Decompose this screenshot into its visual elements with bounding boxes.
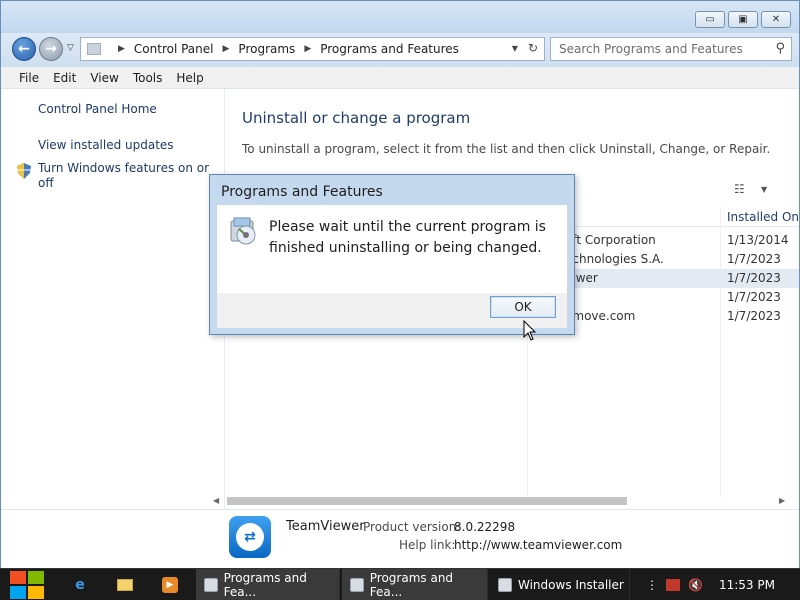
- back-button[interactable]: ←: [12, 37, 36, 61]
- page-description: To uninstall a program, select it from t…: [242, 142, 771, 156]
- title-bar: ▭ ▣ ✕: [1, 1, 799, 33]
- control-panel-home-link[interactable]: Control Panel Home: [38, 102, 157, 117]
- menu-help[interactable]: Help: [170, 71, 209, 85]
- menu-file[interactable]: File: [13, 71, 45, 85]
- window-controls: ▭ ▣ ✕: [695, 11, 791, 28]
- recent-pages-chevron-icon[interactable]: ▽: [67, 43, 74, 53]
- close-icon: ✕: [771, 14, 781, 25]
- row-publisher: oft Corporation: [565, 233, 656, 247]
- address-dropdown-icon[interactable]: ▾: [512, 41, 518, 55]
- breadcrumb-separator-icon[interactable]: ▶: [304, 44, 311, 54]
- shield-icon: [17, 163, 31, 179]
- search-placeholder: Search Programs and Features: [559, 42, 743, 56]
- taskbar-item-label: Windows Installer: [518, 578, 624, 592]
- task-sidebar: Control Panel Home View installed update…: [1, 89, 225, 509]
- row-publisher: echnologies S.A.: [565, 252, 664, 266]
- refresh-icon[interactable]: ↻: [528, 41, 538, 55]
- dialog-body: Please wait until the current program is…: [217, 205, 567, 328]
- row-installed-on: 1/13/2014: [727, 233, 789, 247]
- breadcrumb-separator-icon[interactable]: ▶: [223, 44, 230, 54]
- help-link-value[interactable]: http://www.teamviewer.com: [454, 538, 622, 552]
- start-button[interactable]: [10, 571, 44, 599]
- column-header-installed-on-label: Installed On: [727, 209, 799, 224]
- row-publisher: iewer: [565, 271, 598, 285]
- forward-button[interactable]: →: [39, 37, 63, 61]
- maximize-button[interactable]: ▣: [728, 11, 758, 28]
- scroll-right-icon[interactable]: ▶: [779, 496, 785, 505]
- taskbar-item-label: Programs and Fea...: [369, 571, 454, 599]
- breadcrumb-programs[interactable]: Programs: [238, 42, 295, 56]
- forward-arrow-icon: →: [45, 41, 57, 57]
- breadcrumb-control-panel[interactable]: Control Panel: [134, 42, 214, 56]
- taskbar-item-label: Programs and Fea...: [223, 571, 307, 599]
- taskbar-item-programs-features[interactable]: Programs and Fea...: [342, 569, 488, 600]
- menu-view[interactable]: View: [84, 71, 124, 85]
- view-options-icon[interactable]: ☷: [734, 182, 745, 196]
- tray-overflow-icon[interactable]: ⋮: [646, 569, 658, 600]
- programs-features-app-icon: [204, 578, 218, 592]
- scroll-left-icon[interactable]: ◀: [213, 496, 219, 505]
- horizontal-scrollbar[interactable]: ◀ ▶: [211, 493, 789, 510]
- taskbar-clock[interactable]: 11:53 PM: [719, 578, 775, 592]
- mouse-cursor-icon: [523, 320, 537, 341]
- system-tray: 🔇 11:53 PM: [666, 569, 775, 600]
- minimize-icon: ▭: [705, 14, 715, 25]
- page-title: Uninstall or change a program: [242, 109, 471, 127]
- windows-installer-app-icon: [498, 578, 512, 592]
- product-version-label: Product version:: [363, 520, 461, 534]
- programs-features-app-icon: [350, 578, 364, 592]
- row-publisher: emove.com: [565, 309, 636, 323]
- address-bar[interactable]: ▶ Control Panel ▶ Programs ▶ Programs an…: [80, 37, 545, 61]
- minimize-button[interactable]: ▭: [695, 11, 725, 28]
- search-box[interactable]: Search Programs and Features ⚲: [550, 37, 792, 61]
- address-controls: ▾ ↻: [512, 41, 538, 55]
- windows-features-link-line2: off: [38, 176, 54, 190]
- media-player-icon[interactable]: ▶: [160, 575, 180, 595]
- windows-features-link-line1: Turn Windows features on or: [38, 161, 210, 175]
- row-installed-on: 1/7/2023: [727, 290, 781, 304]
- dialog-footer: OK: [217, 293, 567, 328]
- breadcrumb-separator-icon[interactable]: ▶: [118, 44, 125, 54]
- dialog-title: Programs and Features: [221, 184, 383, 200]
- taskbar: e ▶ Programs and Fea... Programs and Fea…: [0, 568, 800, 600]
- column-header-installed-on[interactable]: Installed On: [725, 207, 799, 227]
- file-explorer-icon[interactable]: [115, 575, 135, 595]
- row-installed-on: 1/7/2023: [727, 309, 781, 323]
- teamviewer-logo-icon: ⇄: [229, 516, 271, 558]
- scrollbar-thumb[interactable]: [227, 497, 627, 505]
- breadcrumb-programs-features[interactable]: Programs and Features: [320, 42, 459, 56]
- ok-button[interactable]: OK: [490, 296, 556, 318]
- details-program-name: TeamViewer: [286, 519, 365, 534]
- dialog-message: Please wait until the current program is…: [269, 219, 546, 256]
- programs-features-dialog: Programs and Features Please wait until …: [209, 174, 575, 335]
- search-icon[interactable]: ⚲: [775, 41, 785, 56]
- address-toolbar: ← → ▽ ▶ Control Panel ▶ Programs ▶ Progr…: [1, 33, 799, 67]
- menu-bar: File Edit View Tools Help: [1, 67, 799, 89]
- menu-edit[interactable]: Edit: [47, 71, 82, 85]
- view-options-chevron-down-icon[interactable]: ▼: [761, 185, 767, 194]
- help-link-label: Help link:: [399, 538, 456, 552]
- product-version-value: 8.0.22298: [454, 520, 516, 534]
- control-panel-icon: [87, 43, 101, 55]
- menu-tools[interactable]: Tools: [127, 71, 169, 85]
- internet-explorer-icon[interactable]: e: [70, 575, 90, 595]
- view-installed-updates-link[interactable]: View installed updates: [38, 138, 174, 153]
- volume-muted-icon[interactable]: 🔇: [688, 578, 703, 592]
- taskbar-item-programs-features[interactable]: Programs and Fea...: [196, 569, 340, 600]
- tray-network-icon[interactable]: [666, 579, 680, 591]
- row-installed-on: 1/7/2023: [727, 271, 781, 285]
- back-arrow-icon: ←: [18, 41, 30, 57]
- start-logo-icon: [10, 571, 26, 584]
- details-pane: ⇄ TeamViewer Product version: 8.0.22298 …: [1, 509, 799, 568]
- installer-icon: [230, 217, 256, 245]
- taskbar-item-windows-installer[interactable]: Windows Installer: [490, 569, 630, 600]
- maximize-icon: ▣: [738, 14, 748, 25]
- row-installed-on: 1/7/2023: [727, 252, 781, 266]
- windows-features-link[interactable]: Turn Windows features on or off: [38, 161, 209, 191]
- column-header-publisher[interactable]: er: [555, 207, 725, 227]
- close-button[interactable]: ✕: [761, 11, 791, 28]
